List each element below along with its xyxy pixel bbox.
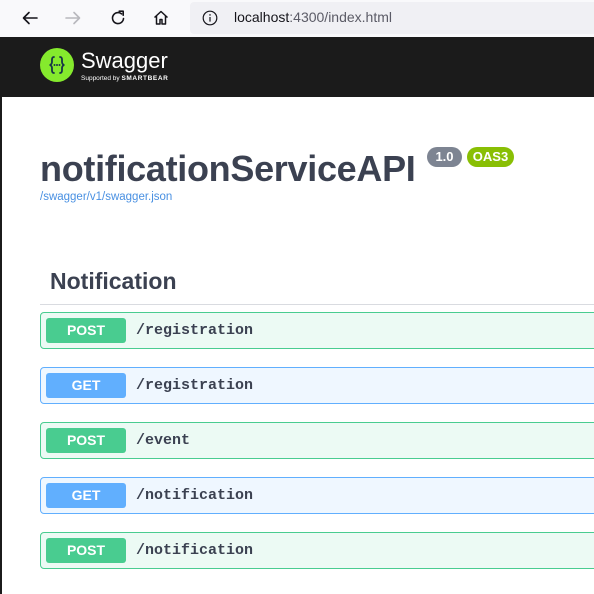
back-arrow-icon: [22, 11, 38, 25]
url-path: :4300/index.html: [289, 9, 392, 25]
method-badge: GET: [46, 373, 126, 398]
swagger-braces-icon: [49, 56, 65, 74]
forward-button[interactable]: [59, 4, 87, 32]
home-icon: [153, 10, 169, 25]
home-button[interactable]: [147, 4, 175, 32]
browser-toolbar: localhost:4300/index.html: [0, 0, 594, 37]
operation-path: /registration: [136, 322, 254, 339]
method-badge: GET: [46, 483, 126, 508]
spec-json-link[interactable]: /swagger/v1/swagger.json: [40, 191, 172, 203]
swagger-topbar: Swagger Supported by SMARTBEAR: [2, 37, 594, 97]
url-host: localhost: [234, 9, 290, 25]
operation-path: /notification: [136, 487, 254, 504]
back-button[interactable]: [16, 4, 44, 32]
swagger-title: Swagger: [81, 48, 168, 73]
operation-post-event[interactable]: POST /event: [40, 422, 594, 459]
url-text: localhost:4300/index.html: [234, 9, 392, 25]
info-icon[interactable]: [202, 10, 218, 26]
reload-button[interactable]: [104, 4, 132, 32]
operation-post-registration[interactable]: POST /registration: [40, 312, 594, 349]
operation-path: /registration: [136, 377, 254, 394]
swagger-supported-by: Supported by SMARTBEAR: [81, 75, 168, 83]
swagger-logo[interactable]: [40, 48, 74, 82]
operation-post-notification[interactable]: POST /notification: [40, 532, 594, 569]
operation-get-registration[interactable]: GET /registration: [40, 367, 594, 404]
tag-divider: [40, 304, 594, 305]
forward-arrow-icon: [65, 11, 81, 25]
supported-by-text: Supported by: [81, 75, 120, 82]
url-bar[interactable]: localhost:4300/index.html: [190, 2, 594, 34]
tag-section-title[interactable]: Notification: [50, 267, 177, 295]
method-badge: POST: [46, 538, 126, 563]
operation-get-notification[interactable]: GET /notification: [40, 477, 594, 514]
smartbear-text: SMARTBEAR: [121, 75, 169, 82]
operation-path: /event: [136, 432, 191, 449]
operation-path: /notification: [136, 542, 254, 559]
method-badge: POST: [46, 428, 126, 453]
api-title: notificationServiceAPI: [40, 148, 416, 189]
method-badge: POST: [46, 318, 126, 343]
reload-icon: [111, 10, 125, 25]
swagger-ui-content: notificationServiceAPI 1.0 OAS3 /swagger…: [2, 97, 594, 594]
version-badge: 1.0: [427, 147, 462, 167]
oas-badge: OAS3: [467, 147, 514, 167]
